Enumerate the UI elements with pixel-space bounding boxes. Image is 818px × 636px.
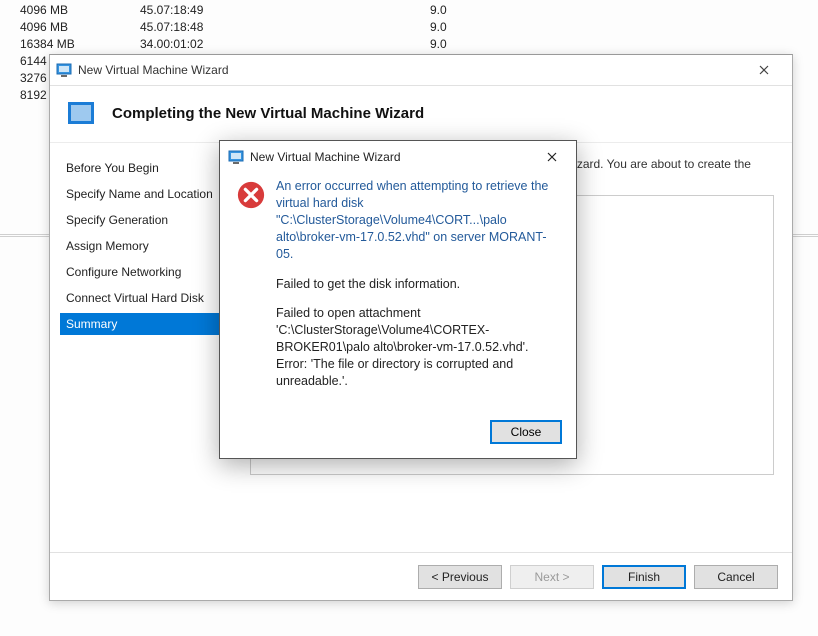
close-icon[interactable] bbox=[532, 144, 572, 170]
cell-memory: 4096 MB bbox=[20, 3, 140, 17]
error-detail-2: Failed to open attachment 'C:\ClusterSto… bbox=[276, 305, 560, 389]
error-dialog: New Virtual Machine Wizard An error occu… bbox=[219, 140, 577, 459]
error-headline: An error occurred when attempting to ret… bbox=[276, 178, 560, 262]
error-titlebar[interactable]: New Virtual Machine Wizard bbox=[220, 141, 576, 172]
cell-uptime: 45.07:18:48 bbox=[140, 20, 430, 34]
nav-connect-vhd[interactable]: Connect Virtual Hard Disk bbox=[60, 287, 232, 309]
table-row: 4096 MB 45.07:18:48 9.0 bbox=[20, 20, 490, 34]
cell-version: 9.0 bbox=[430, 20, 490, 34]
next-button: Next > bbox=[510, 565, 594, 589]
error-detail-1: Failed to get the disk information. bbox=[276, 276, 560, 293]
error-icon bbox=[236, 178, 276, 402]
nav-configure-networking[interactable]: Configure Networking bbox=[60, 261, 232, 283]
wizard-header-icon bbox=[68, 102, 94, 124]
nav-summary[interactable]: Summary bbox=[60, 313, 232, 335]
wizard-titlebar[interactable]: New Virtual Machine Wizard bbox=[50, 55, 792, 86]
error-body: An error occurred when attempting to ret… bbox=[220, 172, 576, 412]
cell-uptime: 45.07:18:49 bbox=[140, 3, 430, 17]
wizard-footer: < Previous Next > Finish Cancel bbox=[50, 552, 792, 600]
wizard-title: New Virtual Machine Wizard bbox=[78, 63, 744, 77]
error-footer: Close bbox=[220, 412, 576, 458]
page-title: Completing the New Virtual Machine Wizar… bbox=[112, 105, 424, 122]
nav-before-you-begin[interactable]: Before You Begin bbox=[60, 157, 232, 179]
previous-button[interactable]: < Previous bbox=[418, 565, 502, 589]
nav-specify-generation[interactable]: Specify Generation bbox=[60, 209, 232, 231]
table-row: 4096 MB 45.07:18:49 9.0 bbox=[20, 3, 490, 17]
vm-icon bbox=[228, 149, 244, 165]
finish-button[interactable]: Finish bbox=[602, 565, 686, 589]
cancel-button[interactable]: Cancel bbox=[694, 565, 778, 589]
cell-version: 9.0 bbox=[430, 37, 490, 51]
table-row: 16384 MB 34.00:01:02 9.0 bbox=[20, 37, 490, 51]
nav-specify-name[interactable]: Specify Name and Location bbox=[60, 183, 232, 205]
close-button[interactable]: Close bbox=[490, 420, 562, 444]
wizard-header: Completing the New Virtual Machine Wizar… bbox=[50, 86, 792, 143]
vm-icon bbox=[56, 62, 72, 78]
cell-memory: 16384 MB bbox=[20, 37, 140, 51]
nav-assign-memory[interactable]: Assign Memory bbox=[60, 235, 232, 257]
close-icon[interactable] bbox=[744, 58, 784, 82]
cell-memory: 4096 MB bbox=[20, 20, 140, 34]
cell-version: 9.0 bbox=[430, 3, 490, 17]
error-title: New Virtual Machine Wizard bbox=[250, 150, 532, 164]
cell-uptime: 34.00:01:02 bbox=[140, 37, 430, 51]
wizard-nav: Before You Begin Specify Name and Locati… bbox=[50, 143, 232, 552]
